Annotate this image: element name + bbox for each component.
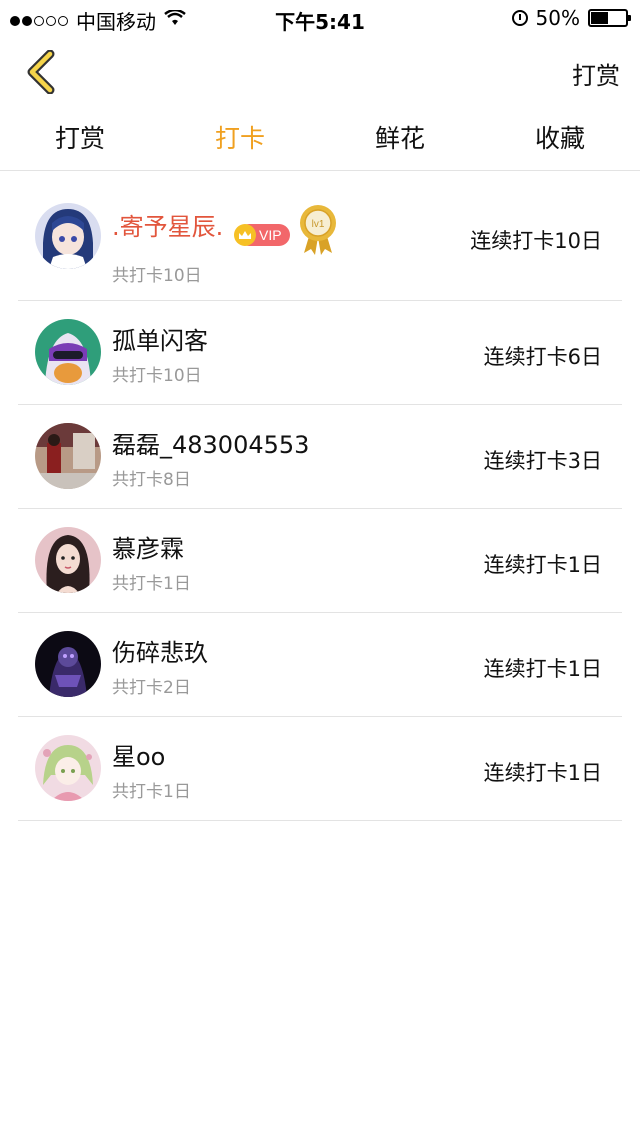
- user-name: .寄予星辰.: [112, 213, 224, 241]
- total-checkins: 共打卡1日: [112, 574, 191, 594]
- alarm-icon: [511, 10, 528, 26]
- battery-percent: 50%: [535, 6, 580, 30]
- battery-icon: [588, 9, 631, 27]
- streak-days: 连续打卡10日: [470, 229, 602, 253]
- tab-flowers[interactable]: 鲜花: [320, 108, 480, 170]
- user-name: 伤碎悲玖: [112, 639, 208, 667]
- vip-label: VIP: [259, 227, 282, 243]
- checkin-list: .寄予星辰. VIP lv1 共打卡10日 连续打卡10日 孤单闪客 共打卡10…: [18, 171, 622, 821]
- tab-reward[interactable]: 打赏: [0, 108, 160, 170]
- nav-bar: 打赏: [0, 36, 640, 108]
- user-name: 慕彦霖: [112, 535, 184, 563]
- streak-days: 连续打卡1日: [483, 657, 602, 681]
- reward-button[interactable]: 打赏: [572, 56, 620, 91]
- list-item[interactable]: 孤单闪客 共打卡10日 连续打卡6日: [18, 301, 622, 405]
- user-name: 孤单闪客: [112, 327, 208, 355]
- tab-favorites[interactable]: 收藏: [480, 108, 640, 170]
- list-item[interactable]: 慕彦霖 共打卡1日 连续打卡1日: [18, 509, 622, 613]
- user-name: 磊磊_483004553: [112, 431, 310, 459]
- avatar: [35, 527, 101, 593]
- avatar: [35, 631, 101, 697]
- level-medal-icon: lv1: [298, 203, 338, 255]
- tab-bar: 打赏 打卡 鲜花 收藏: [0, 108, 640, 171]
- avatar: [35, 423, 101, 489]
- avatar: [35, 735, 101, 801]
- chevron-left-icon: [27, 49, 55, 95]
- crown-icon: [234, 224, 256, 246]
- total-checkins: 共打卡2日: [112, 678, 191, 698]
- list-item[interactable]: .寄予星辰. VIP lv1 共打卡10日 连续打卡10日: [18, 171, 622, 301]
- avatar: [35, 319, 101, 385]
- list-item[interactable]: 磊磊_483004553 共打卡8日 连续打卡3日: [18, 405, 622, 509]
- user-badges: VIP lv1: [234, 205, 338, 255]
- total-checkins: 共打卡10日: [112, 266, 202, 286]
- list-item[interactable]: 星oo 共打卡1日 连续打卡1日: [18, 717, 622, 821]
- total-checkins: 共打卡8日: [112, 470, 191, 490]
- streak-days: 连续打卡1日: [483, 761, 602, 785]
- streak-days: 连续打卡6日: [483, 345, 602, 369]
- streak-days: 连续打卡3日: [483, 449, 602, 473]
- total-checkins: 共打卡10日: [112, 366, 202, 386]
- list-item[interactable]: 伤碎悲玖 共打卡2日 连续打卡1日: [18, 613, 622, 717]
- status-right: 50%: [511, 6, 631, 30]
- user-name: 星oo: [112, 743, 166, 771]
- avatar: [35, 203, 101, 269]
- streak-days: 连续打卡1日: [483, 553, 602, 577]
- status-bar: 中国移动 下午5:41 50%: [0, 0, 640, 36]
- vip-badge: VIP: [234, 224, 290, 246]
- level-label: lv1: [311, 219, 324, 230]
- tab-checkin[interactable]: 打卡: [160, 108, 320, 170]
- total-checkins: 共打卡1日: [112, 782, 191, 802]
- back-button[interactable]: [22, 49, 62, 95]
